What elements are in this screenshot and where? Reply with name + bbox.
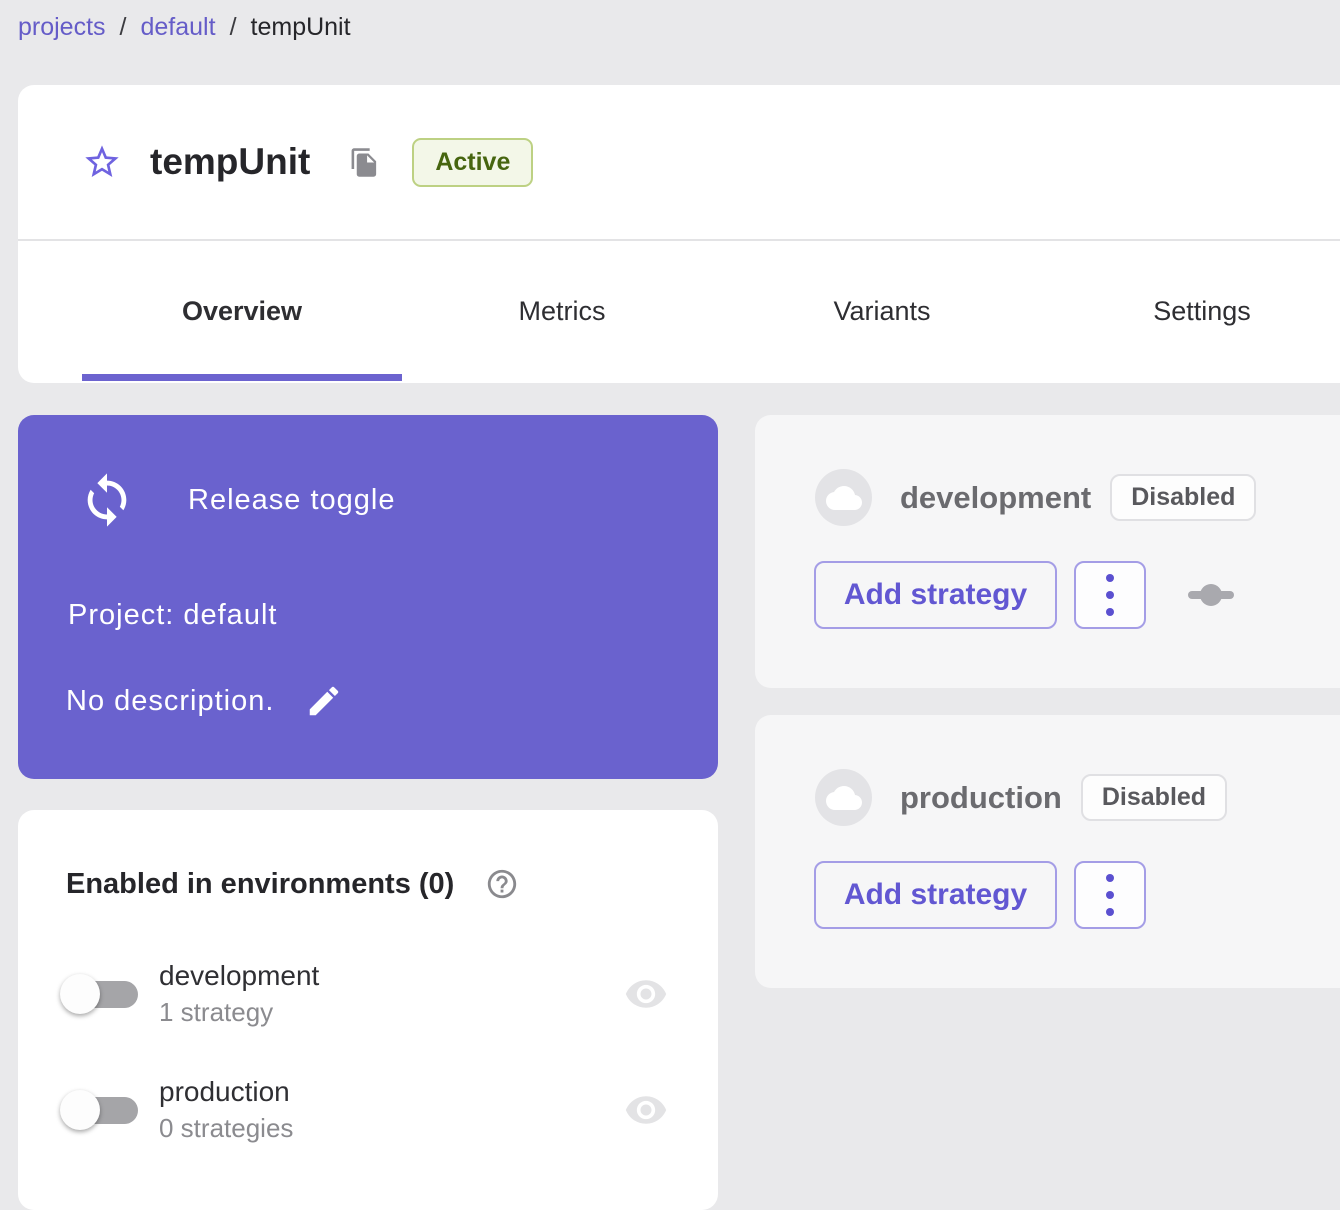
- environment-avatar: [815, 769, 872, 826]
- environment-toggle-development[interactable]: [60, 973, 138, 1015]
- environment-row-labels: development 1 strategy: [159, 960, 319, 1028]
- tab-metrics[interactable]: Metrics: [402, 241, 722, 381]
- help-icon[interactable]: [484, 866, 520, 902]
- enabled-environments-header: Enabled in environments (0): [66, 866, 520, 902]
- release-toggle-icon: [78, 471, 136, 529]
- environment-name: production: [900, 780, 1062, 816]
- feature-type-label: Release toggle: [188, 484, 395, 517]
- breadcrumb-link-projects[interactable]: projects: [18, 13, 106, 42]
- tab-settings[interactable]: Settings: [1042, 241, 1340, 381]
- add-strategy-button[interactable]: Add strategy: [814, 861, 1057, 929]
- add-strategy-button[interactable]: Add strategy: [814, 561, 1057, 629]
- breadcrumb: projects / default / tempUnit: [18, 13, 351, 42]
- favorite-star-icon[interactable]: [82, 142, 122, 182]
- environment-row-labels: production 0 strategies: [159, 1076, 293, 1144]
- toggle-knob: [60, 974, 100, 1014]
- environment-row-name: development: [159, 960, 319, 992]
- feature-title-row: tempUnit Active: [18, 85, 1340, 241]
- environment-toggle-production[interactable]: [60, 1089, 138, 1131]
- edit-description-icon[interactable]: [304, 681, 344, 721]
- kebab-icon: [1106, 908, 1114, 916]
- environment-strategy-count: 0 strategies: [159, 1113, 293, 1144]
- environment-card-development: development Disabled Add strategy: [755, 415, 1340, 688]
- toggle-knob: [60, 1090, 100, 1130]
- breadcrumb-current: tempUnit: [251, 13, 351, 42]
- breadcrumb-separator: /: [230, 13, 237, 42]
- environment-status-chip: Disabled: [1081, 774, 1227, 821]
- visibility-eye-icon[interactable]: [624, 1088, 668, 1132]
- enabled-environments-title: Enabled in environments (0): [66, 868, 454, 901]
- kebab-icon: [1106, 608, 1114, 616]
- environment-status-chip: Disabled: [1110, 474, 1256, 521]
- environment-name: development: [900, 480, 1091, 516]
- environment-avatar: [815, 469, 872, 526]
- tab-variants[interactable]: Variants: [722, 241, 1042, 381]
- feature-tabs: Overview Metrics Variants Settings: [18, 241, 1340, 381]
- feature-header-card: tempUnit Active Overview Metrics Variant…: [18, 85, 1340, 383]
- environment-header: production Disabled: [815, 769, 1227, 826]
- environment-actions: Add strategy: [814, 561, 1234, 629]
- environment-card-production: production Disabled Add strategy: [755, 715, 1340, 988]
- environment-toggle-row-development: development 1 strategy: [60, 954, 668, 1034]
- kebab-icon: [1106, 591, 1114, 599]
- environment-actions: Add strategy: [814, 861, 1146, 929]
- tab-overview[interactable]: Overview: [82, 241, 402, 381]
- active-tab-indicator: [82, 374, 402, 381]
- kebab-icon: [1106, 874, 1114, 882]
- copy-name-icon[interactable]: [348, 146, 380, 178]
- feature-project-label: Project: default: [68, 599, 277, 632]
- visibility-eye-icon[interactable]: [624, 972, 668, 1016]
- feature-info-card: Release toggle Project: default No descr…: [18, 415, 718, 779]
- status-badge: Active: [412, 138, 533, 187]
- cloud-icon: [826, 780, 862, 816]
- environment-toggle-row-production: production 0 strategies: [60, 1070, 668, 1150]
- breadcrumb-separator: /: [120, 13, 127, 42]
- kebab-icon: [1106, 891, 1114, 899]
- feature-description: No description.: [66, 685, 274, 718]
- page-title: tempUnit: [150, 141, 310, 183]
- environment-strategy-count: 1 strategy: [159, 997, 319, 1028]
- environment-row-name: production: [159, 1076, 293, 1108]
- environment-header: development Disabled: [815, 469, 1256, 526]
- environment-menu-button[interactable]: [1074, 861, 1146, 929]
- strategy-indicator-icon: [1188, 583, 1234, 607]
- breadcrumb-link-default[interactable]: default: [141, 13, 216, 42]
- feature-type-row: Release toggle: [78, 471, 395, 529]
- cloud-icon: [826, 480, 862, 516]
- kebab-icon: [1106, 574, 1114, 582]
- enabled-environments-card: Enabled in environments (0) development …: [18, 810, 718, 1210]
- feature-description-row: No description.: [66, 681, 344, 721]
- environment-menu-button[interactable]: [1074, 561, 1146, 629]
